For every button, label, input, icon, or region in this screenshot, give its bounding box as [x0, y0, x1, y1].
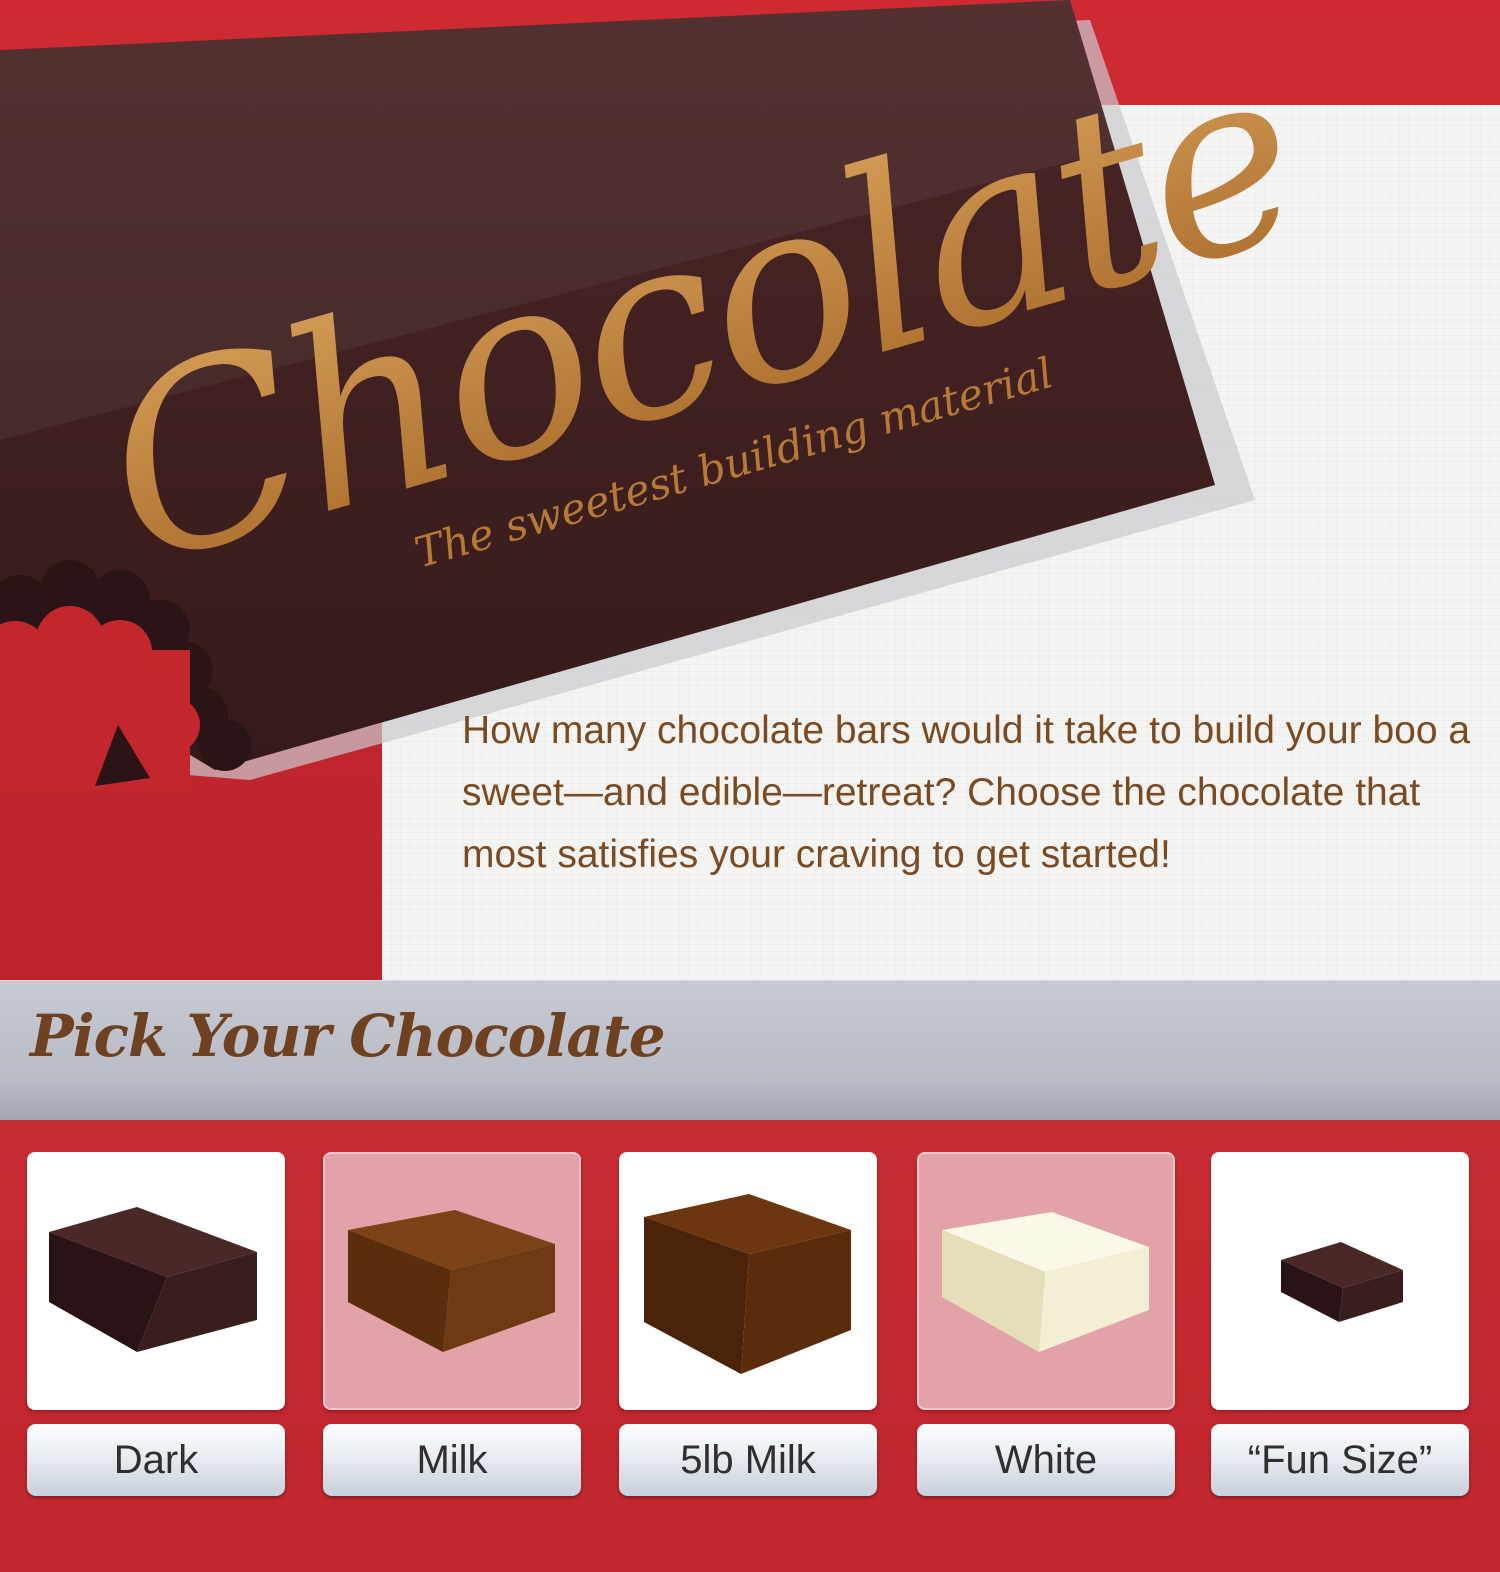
- option-label-dark[interactable]: Dark: [27, 1424, 285, 1496]
- option-fun-size[interactable]: “Fun Size”: [1211, 1152, 1469, 1496]
- option-label-white[interactable]: White: [917, 1424, 1175, 1496]
- option-dark[interactable]: Dark: [27, 1152, 285, 1496]
- option-label-fun-size[interactable]: “Fun Size”: [1211, 1424, 1469, 1496]
- hero-section: Chocolate The sweetest building material…: [0, 0, 1500, 980]
- option-tile-5lb-milk[interactable]: [619, 1152, 877, 1410]
- dark-chocolate-block-icon: [49, 1207, 257, 1352]
- option-label-5lb-milk[interactable]: 5lb Milk: [619, 1424, 877, 1496]
- option-tile-milk[interactable]: [323, 1152, 581, 1410]
- option-white[interactable]: White: [917, 1152, 1175, 1496]
- option-label-milk[interactable]: Milk: [323, 1424, 581, 1496]
- option-5lb-milk[interactable]: 5lb Milk: [619, 1152, 877, 1496]
- option-tile-fun-size[interactable]: [1211, 1152, 1469, 1410]
- option-tile-white[interactable]: [917, 1152, 1175, 1410]
- option-tile-dark[interactable]: [27, 1152, 285, 1410]
- fun-size-chocolate-block-icon: [1281, 1242, 1403, 1322]
- milk-chocolate-block-icon: [348, 1210, 555, 1352]
- option-milk[interactable]: Milk: [323, 1152, 581, 1496]
- section-title: Pick Your Chocolate: [30, 1002, 666, 1070]
- white-chocolate-block-icon: [942, 1212, 1149, 1352]
- 5lb-milk-chocolate-block-icon: [644, 1194, 851, 1374]
- intro-text: How many chocolate bars would it take to…: [462, 709, 1471, 876]
